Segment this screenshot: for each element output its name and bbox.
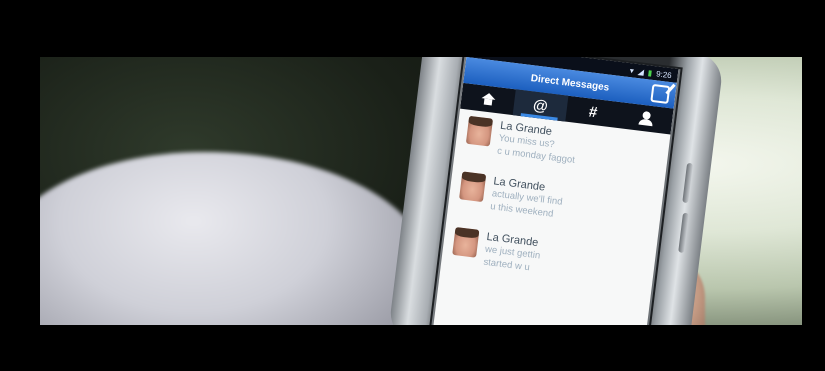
home-icon: [480, 92, 495, 106]
battery-icon: ▮: [647, 67, 653, 78]
compose-icon[interactable]: [650, 83, 671, 104]
phone-side-button: [682, 162, 694, 204]
video-frame: ▾ ◢ ▮ 9:26 Direct Messages @ # La Grande…: [40, 57, 802, 325]
hashtags-label: #: [587, 102, 599, 121]
page-title: Direct Messages: [530, 72, 610, 94]
phone-screen: ▾ ◢ ▮ 9:26 Direct Messages @ # La Grande…: [432, 57, 679, 325]
wifi-icon: ▾: [629, 65, 635, 76]
phone-side-button: [678, 212, 690, 254]
signal-icon: ◢: [637, 66, 645, 77]
avatar: [459, 171, 487, 203]
avatar: [465, 115, 494, 147]
phone: ▾ ◢ ▮ 9:26 Direct Messages @ # La Grande…: [387, 57, 725, 325]
person-icon: [638, 111, 654, 127]
status-time: 9:26: [655, 68, 673, 80]
mentions-label: @: [532, 96, 549, 115]
avatar: [452, 226, 480, 258]
